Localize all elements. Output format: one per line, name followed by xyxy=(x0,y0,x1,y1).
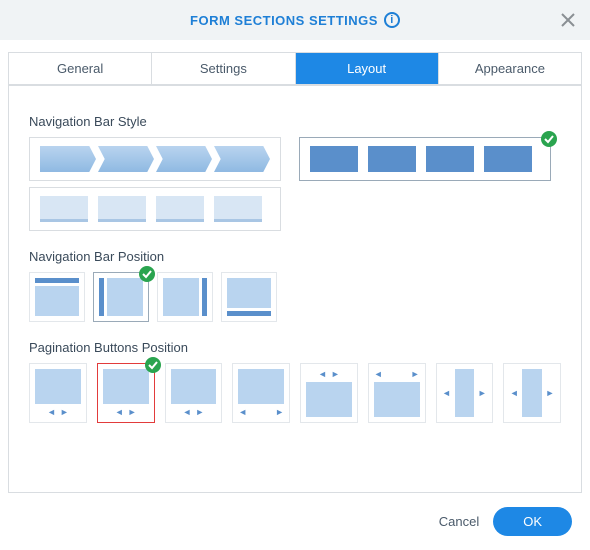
underline-tabs-preview xyxy=(40,196,262,222)
nav-style-option-underline-tabs[interactable] xyxy=(29,187,281,231)
tab-layout[interactable]: Layout xyxy=(296,53,439,84)
pagination-option-bottom-center[interactable]: ◄► xyxy=(29,363,87,423)
dialog-header: FORM SECTIONS SETTINGS i xyxy=(0,0,590,40)
solid-tabs-preview xyxy=(310,146,532,172)
nav-style-label: Navigation Bar Style xyxy=(29,114,561,129)
close-button[interactable] xyxy=(558,10,578,30)
pagination-option-sides-middle[interactable]: ◄ ► xyxy=(436,363,494,423)
dialog-title-wrap: FORM SECTIONS SETTINGS i xyxy=(190,12,400,28)
nav-position-option-left[interactable] xyxy=(93,272,149,322)
nav-style-row2 xyxy=(29,187,561,231)
tab-settings[interactable]: Settings xyxy=(152,53,295,84)
pagination-position-row: ◄► ◄► ◄► ◄► ◄► ◄► xyxy=(29,363,561,423)
nav-position-option-right[interactable] xyxy=(157,272,213,322)
arrows-icon: ◄► xyxy=(171,407,217,417)
nav-position-row xyxy=(29,272,561,322)
ok-button[interactable]: OK xyxy=(493,507,572,536)
checkmark-icon xyxy=(145,357,161,373)
tab-bar: General Settings Layout Appearance xyxy=(8,52,582,85)
arrows-icon: ◄► xyxy=(35,407,81,417)
pagination-option-top-center[interactable]: ◄► xyxy=(300,363,358,423)
dialog-title: FORM SECTIONS SETTINGS xyxy=(190,13,378,28)
form-sections-settings-dialog: FORM SECTIONS SETTINGS i General Setting… xyxy=(0,0,590,550)
checkmark-icon xyxy=(541,131,557,147)
tab-appearance[interactable]: Appearance xyxy=(439,53,581,84)
pagination-option-bottom-spread[interactable]: ◄► xyxy=(232,363,290,423)
cancel-button[interactable]: Cancel xyxy=(439,514,479,529)
pagination-option-sides-middle-alt[interactable]: ◄ ► xyxy=(503,363,561,423)
pagination-option-bottom-center-highlight[interactable]: ◄► xyxy=(97,363,155,423)
arrow-right-icon: ► xyxy=(477,369,487,417)
close-icon xyxy=(561,13,575,27)
tab-general[interactable]: General xyxy=(9,53,152,84)
nav-position-option-bottom[interactable] xyxy=(221,272,277,322)
arrows-icon: ◄► xyxy=(374,369,420,379)
nav-position-option-top[interactable] xyxy=(29,272,85,322)
arrow-left-icon: ◄ xyxy=(509,369,519,417)
layout-panel: Navigation Bar Style Navigation Bar P xyxy=(8,85,582,493)
checkmark-icon xyxy=(139,266,155,282)
nav-position-label: Navigation Bar Position xyxy=(29,249,561,264)
arrow-chain-preview xyxy=(40,146,272,172)
pagination-option-top-spread[interactable]: ◄► xyxy=(368,363,426,423)
nav-style-option-solid-tabs[interactable] xyxy=(299,137,551,181)
arrows-icon: ◄► xyxy=(306,369,352,379)
pagination-position-label: Pagination Buttons Position xyxy=(29,340,561,355)
arrows-icon: ◄► xyxy=(103,407,149,417)
arrows-icon: ◄► xyxy=(238,407,284,417)
arrow-right-icon: ► xyxy=(545,369,555,417)
pagination-option-bottom-center-alt[interactable]: ◄► xyxy=(165,363,223,423)
info-icon[interactable]: i xyxy=(384,12,400,28)
nav-style-option-arrows[interactable] xyxy=(29,137,281,181)
dialog-footer: Cancel OK xyxy=(0,493,590,550)
arrow-left-icon: ◄ xyxy=(442,369,452,417)
nav-style-row1 xyxy=(29,137,561,181)
